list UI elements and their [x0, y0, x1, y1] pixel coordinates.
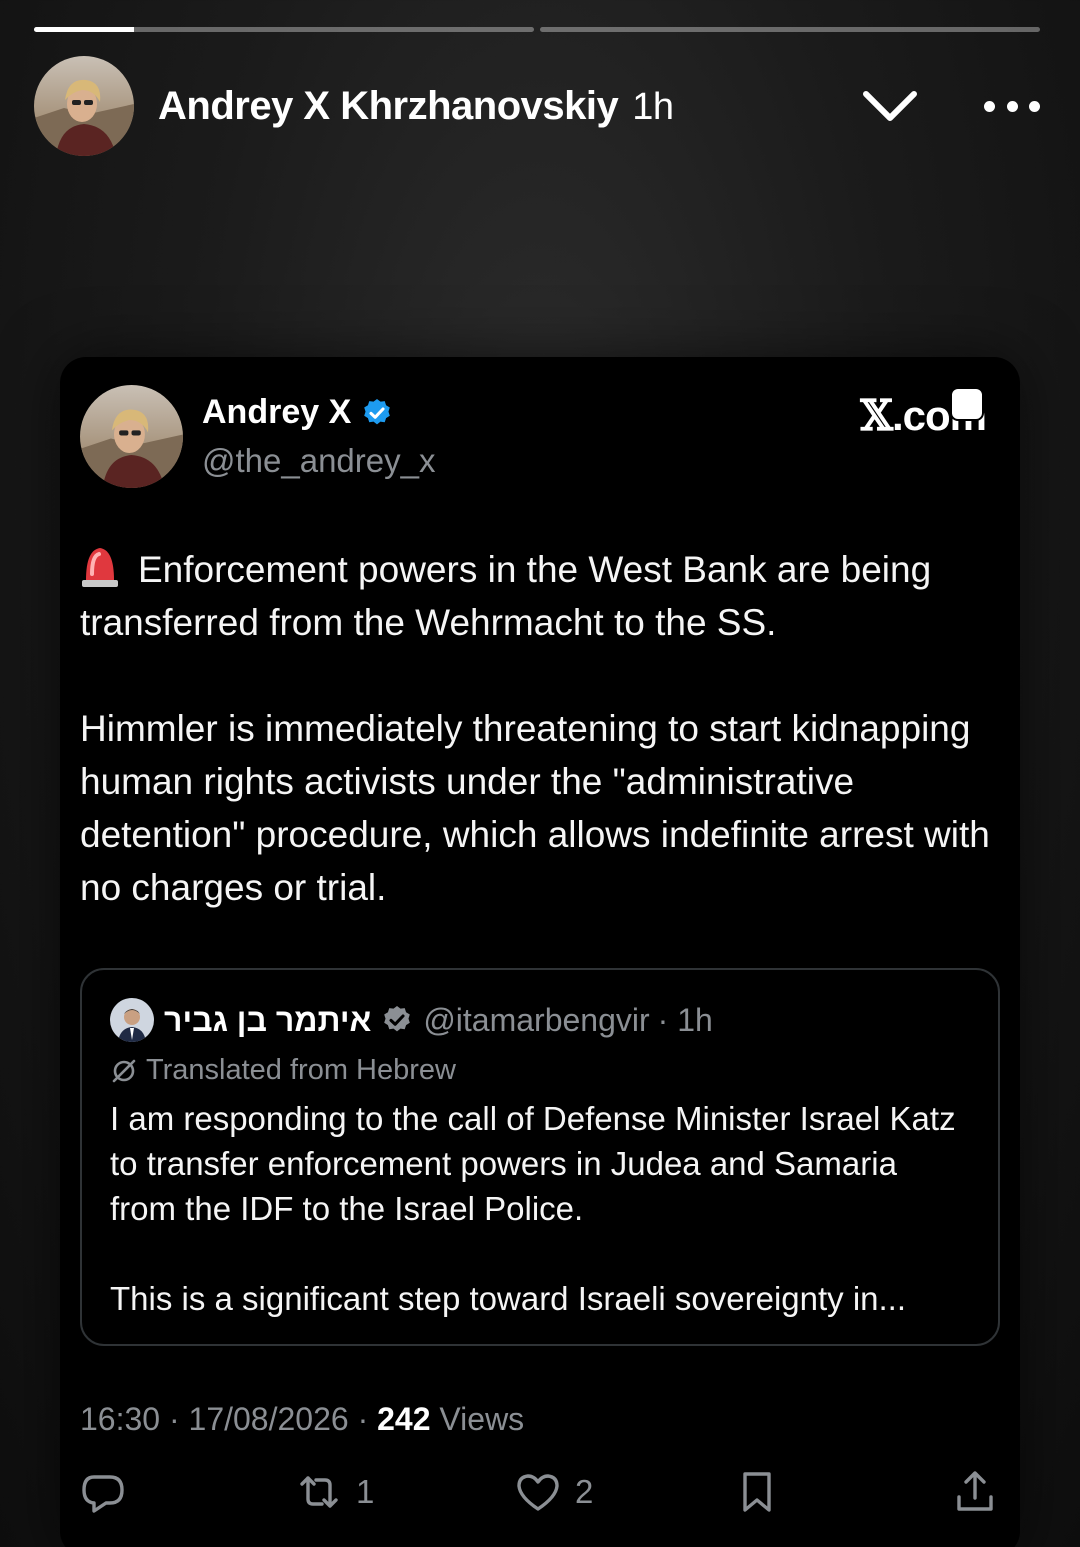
share-icon — [957, 1471, 993, 1511]
like-button[interactable]: 2 — [515, 1469, 593, 1515]
heart-icon — [517, 1474, 559, 1511]
retweet-count: 1 — [356, 1473, 375, 1510]
retweet-button[interactable]: 1 — [296, 1469, 374, 1515]
bookmark-icon — [743, 1472, 771, 1512]
tweet-actions: 1 2 — [80, 1469, 998, 1525]
bookmark-button[interactable] — [734, 1469, 780, 1515]
author-name[interactable]: Andrey X — [202, 393, 435, 432]
siren-icon — [82, 548, 118, 587]
quoted-author-name[interactable]: איתמר בן גביר — [164, 1002, 371, 1039]
tweet-paragraph-1: Enforcement powers in the West Bank are … — [80, 543, 992, 649]
tweet-paragraph-2: Himmler is immediately threatening to st… — [80, 708, 990, 908]
quoted-paragraph-1: I am responding to the call of Defense M… — [110, 1100, 956, 1227]
tweet-meta: 16:30 · 17/08/2026 · 242 Views — [80, 1401, 524, 1438]
dot — [984, 100, 995, 112]
quoted-author-handle[interactable]: @itamarbengvir — [423, 1002, 649, 1039]
author-name-text: Andrey X — [202, 393, 352, 431]
quoted-tweet-time: · 1h — [657, 1001, 713, 1038]
tweet-text: Enforcement powers in the West Bank are … — [80, 543, 992, 914]
quoted-tweet-header: איתמר בן גביר @itamarbengvir · 1h — [110, 998, 713, 1042]
quoted-author-avatar[interactable] — [110, 998, 154, 1042]
tweet-paragraph-1-text: Enforcement powers in the West Bank are … — [80, 549, 932, 643]
chevron-down-icon[interactable] — [860, 84, 920, 130]
story-username-text: Andrey X Khrzhanovskiy — [158, 83, 619, 128]
progress-segment-2 — [540, 27, 1040, 32]
tweet-timestamp[interactable]: 16:30 · 17/08/2026 · — [80, 1401, 368, 1437]
reply-button[interactable] — [80, 1469, 140, 1515]
verified-badge-icon — [384, 1006, 411, 1032]
share-button[interactable] — [952, 1469, 998, 1515]
x-logo-icon: 𝕏 — [860, 391, 893, 440]
author-handle[interactable]: @the_andrey_x — [202, 442, 435, 480]
translated-label[interactable]: Translated from Hebrew — [110, 1054, 456, 1087]
quoted-tweet[interactable]: איתמר בן גביר @itamarbengvir · 1h Transl… — [80, 968, 1000, 1346]
like-count: 2 — [575, 1473, 594, 1510]
translate-icon — [112, 1059, 136, 1082]
story-header: Andrey X Khrzhanovskiy 1h — [34, 56, 1040, 156]
quoted-paragraph-2: This is a significant step toward Israel… — [110, 1280, 907, 1317]
dot — [1029, 100, 1040, 112]
translated-label-text: Translated from Hebrew — [146, 1054, 456, 1086]
more-dots-icon[interactable] — [984, 86, 1040, 126]
story-progress — [34, 27, 1040, 32]
retweet-icon — [300, 1476, 338, 1508]
story-username[interactable]: Andrey X Khrzhanovskiy 1h — [158, 84, 674, 129]
verified-badge-icon — [364, 398, 391, 424]
progress-fill-1 — [34, 27, 134, 32]
story-time: 1h — [632, 85, 674, 128]
views-count: 242 — [377, 1401, 431, 1437]
author-avatar[interactable] — [80, 385, 183, 488]
tweet-card[interactable]: Andrey X @the_andrey_x 𝕏.com Enforcement… — [60, 357, 1020, 1547]
dot — [1006, 100, 1018, 112]
quoted-tweet-text: I am responding to the call of Defense M… — [110, 1096, 958, 1321]
tweet-author[interactable]: Andrey X @the_andrey_x — [80, 385, 435, 488]
views-label: Views — [439, 1401, 525, 1437]
sticker-icon — [950, 387, 984, 421]
progress-segment-1 — [34, 27, 534, 32]
story-avatar[interactable] — [34, 56, 134, 156]
reply-icon — [82, 1475, 124, 1513]
